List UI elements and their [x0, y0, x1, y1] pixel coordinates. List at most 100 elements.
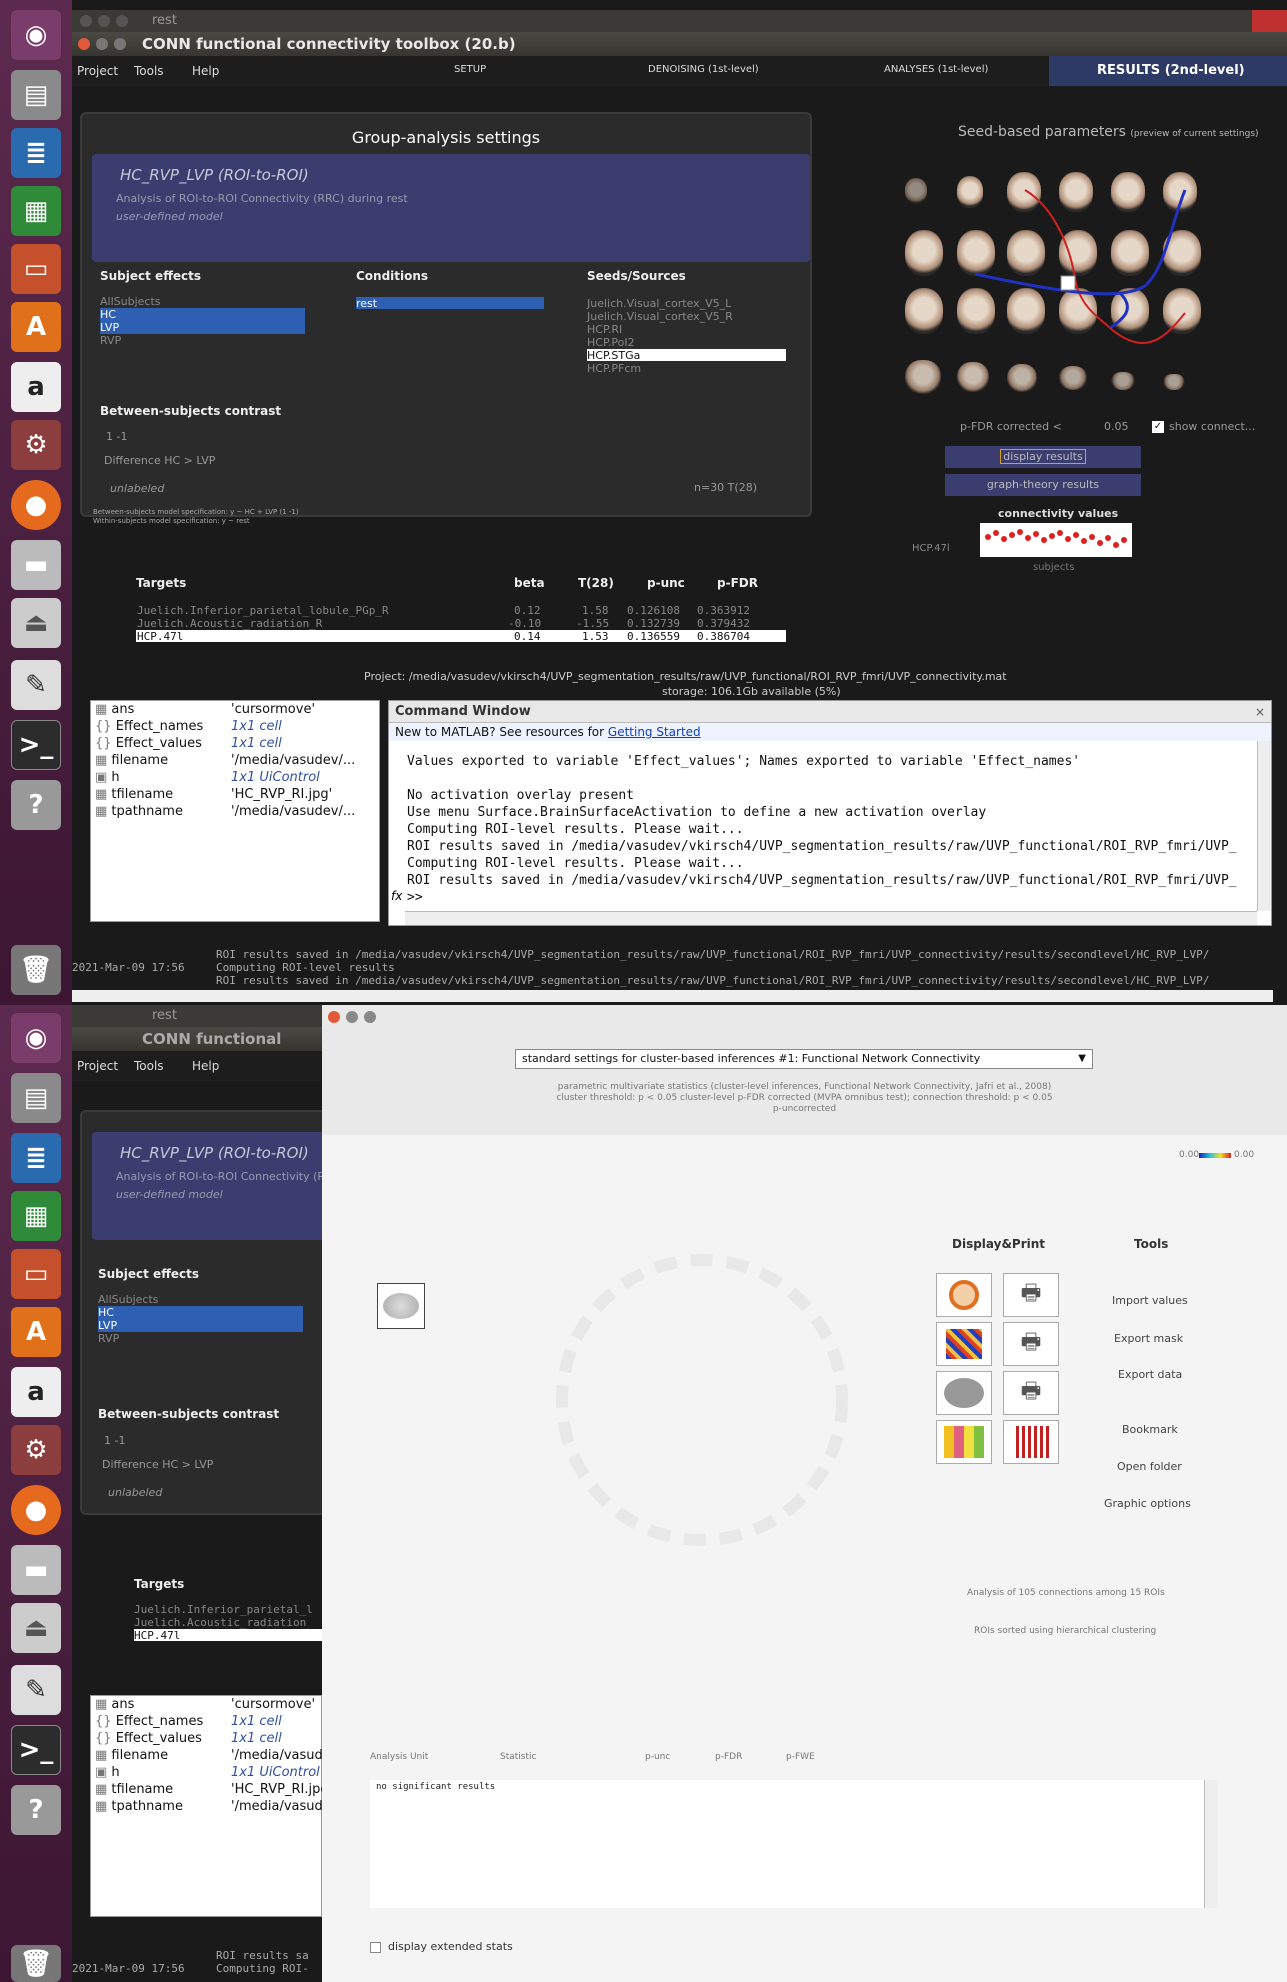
minimize-icon[interactable]: [98, 15, 110, 27]
analysis-name[interactable]: HC_RVP_LVP (ROI-to-ROI): [120, 1144, 309, 1162]
workspace-row[interactable]: ▦ filename '/media/vasudev/...: [95, 1747, 355, 1764]
drive-icon[interactable]: ▬: [11, 1545, 61, 1595]
display-brain-button[interactable]: [936, 1371, 992, 1415]
workspace-row[interactable]: ▣ h 1x1 UiControl: [95, 1764, 320, 1781]
text-editor-icon[interactable]: ✎: [11, 1665, 61, 1715]
workspace-row[interactable]: ▦ tpathname '/media/vasudev/...: [95, 1798, 355, 1815]
workspace-panel[interactable]: ▦ ans'cursormove' {} Effect_names 1x1 cel…: [90, 700, 380, 922]
print-ring-button[interactable]: 🖶: [1003, 1273, 1059, 1317]
workspace-row[interactable]: ▦ tfilename 'HC_RVP_RI.jpg': [95, 786, 375, 803]
workspace-row[interactable]: ▦ filename '/media/vasudev/...: [95, 752, 375, 769]
calc-icon[interactable]: ▦: [11, 1191, 61, 1241]
workspace-row[interactable]: ▦ tpathname '/media/vasudev/...: [95, 803, 375, 820]
menu-tools[interactable]: Tools: [134, 1059, 164, 1073]
horizontal-scrollbar[interactable]: [405, 911, 1257, 925]
settings-icon[interactable]: ⚙: [11, 1425, 61, 1475]
close-icon[interactable]: [80, 15, 92, 27]
display-results-button[interactable]: display results: [945, 446, 1141, 468]
display-dots-button[interactable]: [1003, 1420, 1059, 1464]
workspace-row[interactable]: {} Effect_values 1x1 cell: [95, 735, 375, 752]
subject-effect-hc[interactable]: HC: [100, 308, 305, 321]
bookmark-button[interactable]: Bookmark: [1122, 1423, 1178, 1436]
menu-project[interactable]: Project: [77, 1059, 118, 1073]
amazon-icon[interactable]: a: [11, 1367, 61, 1417]
analysis-header[interactable]: HC_RVP_LVP (ROI-to-ROI) Analysis of ROI-…: [92, 154, 810, 262]
display-matrix-button[interactable]: [936, 1322, 992, 1366]
amazon-icon[interactable]: a: [11, 362, 61, 412]
workspace-row[interactable]: {} Effect_names 1x1 cell: [95, 1713, 282, 1730]
subject-effect-allsubjects[interactable]: AllSubjects: [100, 295, 305, 308]
impress-icon[interactable]: ▭: [11, 244, 61, 294]
table-row[interactable]: Juelich.Inferior_parietal_lobule_PGp_R 0…: [136, 604, 786, 617]
contrast-value[interactable]: 1 -1: [104, 1434, 125, 1447]
workspace-row[interactable]: ▣ h 1x1 UiControl: [95, 769, 375, 786]
firefox-icon[interactable]: ●: [11, 1485, 61, 1535]
condition-rest[interactable]: rest: [356, 297, 544, 310]
close-button[interactable]: [1252, 10, 1287, 32]
usb-icon[interactable]: ⏏: [11, 598, 61, 648]
table-row-selected[interactable]: HCP.47l: [134, 1629, 322, 1642]
analysis-header[interactable]: HC_RVP_LVP (ROI-to-ROI) Analysis of ROI-…: [92, 1132, 408, 1240]
subject-effect-allsubjects[interactable]: AllSubjects: [98, 1293, 303, 1306]
subject-effect-rvp[interactable]: RVP: [98, 1332, 303, 1345]
close-icon[interactable]: ×: [1255, 705, 1265, 719]
menu-help[interactable]: Help: [192, 1059, 219, 1073]
maximize-icon[interactable]: [364, 1011, 376, 1023]
seed-item[interactable]: Juelich.Visual_cortex_V5_L: [587, 297, 731, 310]
calc-icon[interactable]: ▦: [11, 186, 61, 236]
print-brain-button[interactable]: 🖶: [1003, 1371, 1059, 1415]
table-row[interactable]: Juelich.Inferior_parietal_l: [134, 1603, 313, 1616]
workspace-row[interactable]: ▦ ans'cursormove': [95, 701, 375, 718]
trash-icon[interactable]: 🗑: [11, 945, 61, 995]
results-list[interactable]: no significant results: [370, 1780, 1218, 1908]
seed-item[interactable]: HCP.RI: [587, 323, 622, 336]
ubuntu-dash-icon[interactable]: ◉: [11, 1013, 61, 1063]
writer-icon[interactable]: ≣: [11, 1133, 61, 1183]
settings-icon[interactable]: ⚙: [11, 420, 61, 470]
show-connections-checkbox[interactable]: ✓: [1152, 421, 1164, 433]
command-window[interactable]: Command Window × New to MATLAB? See reso…: [388, 700, 1272, 926]
workspace-row[interactable]: ▦ ans'cursormove': [95, 1696, 315, 1713]
usb-icon[interactable]: ⏏: [11, 1603, 61, 1653]
graph-theory-button[interactable]: graph-theory results: [945, 474, 1141, 496]
seed-item[interactable]: HCP.PFcm: [587, 362, 641, 375]
files-icon[interactable]: ▤: [11, 70, 61, 120]
software-center-icon[interactable]: A: [11, 302, 61, 352]
menu-help[interactable]: Help: [192, 64, 219, 78]
help-icon[interactable]: ?: [11, 780, 61, 830]
writer-icon[interactable]: ≣: [11, 128, 61, 178]
getting-started-link[interactable]: Getting Started: [608, 725, 701, 739]
text-editor-icon[interactable]: ✎: [11, 660, 61, 710]
minimize-icon[interactable]: [346, 1011, 358, 1023]
vertical-scrollbar[interactable]: [1257, 741, 1271, 911]
minimize-icon[interactable]: [96, 38, 108, 50]
software-center-icon[interactable]: A: [11, 1307, 61, 1357]
contrast-label[interactable]: unlabeled: [108, 1486, 162, 1499]
ubuntu-dash-icon[interactable]: ◉: [11, 10, 61, 60]
menu-tools[interactable]: Tools: [134, 64, 164, 78]
seed-item-selected[interactable]: HCP.STGa: [587, 349, 786, 362]
files-icon[interactable]: ▤: [11, 1073, 61, 1123]
maximize-icon[interactable]: [116, 15, 128, 27]
export-mask-button[interactable]: Export mask: [1114, 1332, 1183, 1345]
contrast-value[interactable]: 1 -1: [106, 430, 127, 443]
terminal-icon[interactable]: >_: [11, 720, 61, 770]
firefox-icon[interactable]: ●: [11, 480, 61, 530]
terminal-icon[interactable]: >_: [11, 1725, 61, 1775]
pfdr-value[interactable]: 0.05: [1104, 420, 1129, 433]
import-values-button[interactable]: Import values: [1112, 1294, 1188, 1307]
display-ring-button[interactable]: [936, 1273, 992, 1317]
table-row[interactable]: Juelich.Acoustic_radiation_R -0.10 -1.55…: [136, 617, 786, 630]
workspace-panel[interactable]: ▦ ans'cursormove' {} Effect_names 1x1 cel…: [90, 1695, 355, 1917]
open-folder-button[interactable]: Open folder: [1117, 1460, 1182, 1473]
extended-stats-checkbox[interactable]: [370, 1942, 381, 1953]
impress-icon[interactable]: ▭: [11, 1249, 61, 1299]
menu-project[interactable]: Project: [77, 64, 118, 78]
contrast-description[interactable]: Difference HC > LVP: [104, 454, 215, 467]
help-icon[interactable]: ?: [11, 1785, 61, 1835]
analysis-name[interactable]: HC_RVP_LVP (ROI-to-ROI): [120, 166, 309, 184]
brain-slices-preview[interactable]: [885, 168, 1205, 408]
subject-effect-lvp[interactable]: LVP: [100, 321, 305, 334]
results-scrollbar[interactable]: [1204, 1780, 1218, 1908]
close-icon[interactable]: [328, 1011, 340, 1023]
